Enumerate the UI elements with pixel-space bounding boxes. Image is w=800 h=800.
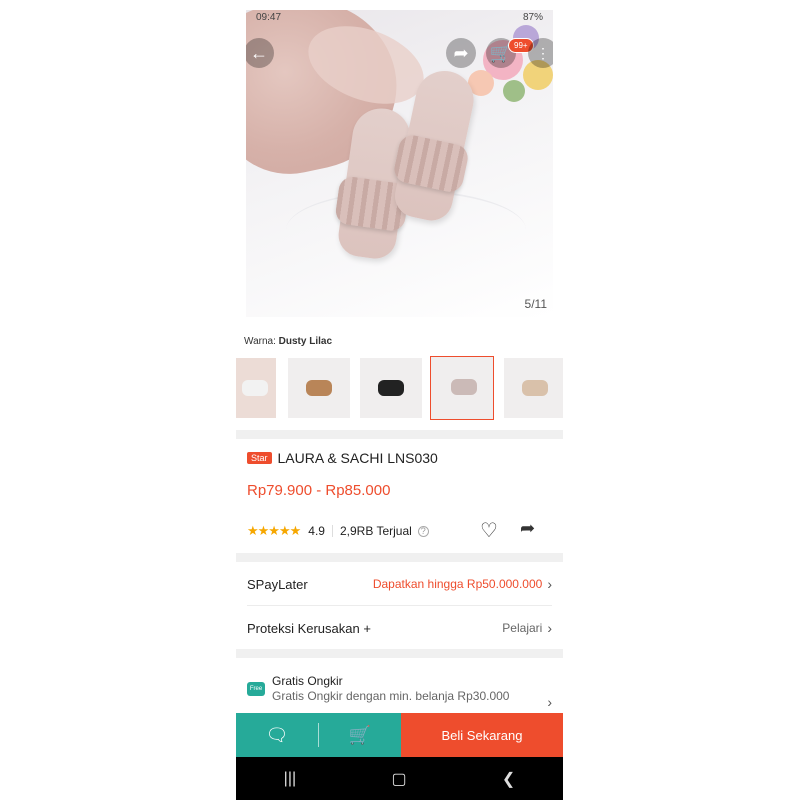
spaylater-row[interactable]: SPayLater Dapatkan hingga Rp50.000.000 › xyxy=(247,576,552,592)
variant-thumb-3[interactable] xyxy=(360,358,422,418)
system-nav-bar: ||| ▢ ❮ xyxy=(236,757,563,800)
status-time: 09:47 xyxy=(256,12,282,23)
variant-value: Dusty Lilac xyxy=(278,336,333,347)
protection-label: Proteksi Kerusakan + xyxy=(247,620,371,636)
spaylater-label: SPayLater xyxy=(247,576,308,592)
protection-value: Pelajari xyxy=(502,621,543,635)
variant-label-text: Warna: xyxy=(244,336,276,347)
shipping-subtitle: Gratis Ongkir dengan min. belanja Rp30.0… xyxy=(272,689,510,703)
status-battery: 87% xyxy=(522,12,543,23)
chevron-right-icon: › xyxy=(547,620,552,636)
sold-count: 2,9RB Terjual xyxy=(339,524,412,538)
shipping-title: Gratis Ongkir xyxy=(272,674,343,688)
back-icon[interactable]: ❮ xyxy=(502,769,515,789)
product-price: Rp79.900 - Rp85.000 xyxy=(247,482,391,499)
star-seller-badge: Star xyxy=(247,452,272,464)
truck-icon: Free xyxy=(247,682,265,696)
variant-thumbnails xyxy=(236,356,563,420)
arrow-left-icon: ← xyxy=(250,42,268,63)
more-button[interactable]: ⋮ xyxy=(528,38,553,68)
chat-icon: 🗨 xyxy=(265,724,289,745)
image-counter: 5/11 xyxy=(524,297,547,311)
section-divider xyxy=(236,430,563,439)
product-image[interactable]: 09:47 87% ← ➦ 🛒 99+ ⋮ 5/11 xyxy=(246,10,553,317)
rating-divider xyxy=(331,525,333,537)
share-button[interactable]: ➦ xyxy=(446,38,476,68)
section-divider xyxy=(236,553,563,562)
rating-stars: ★★★★★ xyxy=(247,523,301,538)
help-icon[interactable]: ? xyxy=(417,525,429,537)
product-title: LAURA & SACHI LNS030 xyxy=(277,450,438,466)
variant-thumb-1[interactable] xyxy=(236,358,276,418)
section-divider xyxy=(236,649,563,658)
row-divider xyxy=(247,605,552,606)
add-cart-icon: 🛒 xyxy=(348,724,372,745)
heart-icon[interactable]: ♡ xyxy=(480,518,498,543)
variant-thumb-2[interactable] xyxy=(288,358,350,418)
share-icon: ➦ xyxy=(453,42,469,63)
spaylater-value: Dapatkan hingga Rp50.000.000 xyxy=(372,577,543,591)
product-page: 09:47 87% ← ➦ 🛒 99+ ⋮ 5/11 Warna: Dusty … xyxy=(236,10,563,800)
chat-button[interactable]: 🗨 xyxy=(236,713,318,757)
recent-apps-icon[interactable]: ||| xyxy=(284,770,296,788)
chevron-right-icon: › xyxy=(547,576,552,592)
bottom-action-bar: 🗨 🛒 Beli Sekarang xyxy=(236,713,563,757)
more-vertical-icon: ⋮ xyxy=(536,44,550,61)
share-icon[interactable]: ➦ xyxy=(520,518,535,539)
rating-value: 4.9 xyxy=(308,524,325,538)
buy-now-button[interactable]: Beli Sekarang xyxy=(401,713,563,757)
home-icon[interactable]: ▢ xyxy=(391,769,406,789)
variant-thumb-selected[interactable] xyxy=(430,356,494,420)
protection-row[interactable]: Proteksi Kerusakan + Pelajari › xyxy=(247,620,552,636)
rating-row: ★★★★★ 4.9 2,9RB Terjual ? ♡ ➦ xyxy=(247,518,552,543)
add-to-cart-button[interactable]: 🛒 xyxy=(319,713,401,757)
product-title-row: Star LAURA & SACHI LNS030 xyxy=(247,450,438,466)
variant-thumb-5[interactable] xyxy=(504,358,563,418)
chevron-right-icon: › xyxy=(547,694,552,710)
variant-label: Warna: Dusty Lilac xyxy=(244,336,332,347)
